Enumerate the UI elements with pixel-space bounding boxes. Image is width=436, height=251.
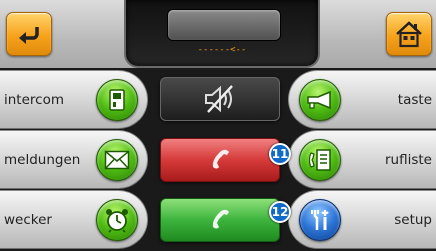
wecker-label: wecker [4, 211, 52, 228]
hangup-badge: 11 [269, 143, 291, 165]
meldungen-label: meldungen [4, 151, 81, 168]
rufliste-row[interactable]: rufliste [288, 130, 436, 189]
home-icon [394, 20, 424, 48]
intercom-button[interactable] [96, 79, 138, 121]
intercom-row[interactable]: intercom [0, 70, 148, 129]
display-status-text: ------<-- [197, 45, 247, 55]
phone-hangup-icon [205, 147, 235, 173]
phone-answer-icon [205, 207, 235, 233]
tools-icon [307, 207, 333, 233]
meldungen-button[interactable] [96, 139, 138, 181]
top-bar: ------<-- [0, 0, 436, 68]
answer-button[interactable] [160, 198, 280, 242]
home-button[interactable] [386, 12, 432, 56]
mute-button[interactable] [160, 77, 280, 121]
status-display: ------<-- [124, 0, 320, 68]
back-arrow-icon [16, 23, 42, 45]
envelope-icon [104, 150, 130, 170]
intercom-label: intercom [4, 91, 64, 108]
hangup-button[interactable] [160, 138, 280, 182]
call-list-icon [307, 147, 333, 173]
rufliste-label: rufliste [385, 151, 432, 168]
wecker-button[interactable] [96, 199, 138, 241]
taste-row[interactable]: taste [288, 70, 436, 129]
display-screen [168, 10, 280, 40]
meldungen-row[interactable]: meldungen [0, 130, 148, 189]
intercom-icon [106, 88, 128, 112]
alarm-clock-icon [104, 207, 130, 233]
setup-label: setup [394, 211, 432, 228]
setup-row[interactable]: setup [288, 190, 436, 249]
horn-icon [306, 90, 334, 110]
back-button[interactable] [6, 12, 52, 56]
taste-label: taste [397, 91, 432, 108]
taste-button[interactable] [299, 79, 341, 121]
rufliste-button[interactable] [299, 139, 341, 181]
setup-button[interactable] [299, 199, 341, 241]
answer-badge: 12 [269, 201, 291, 223]
speaker-mute-icon [200, 84, 240, 114]
wecker-row[interactable]: wecker [0, 190, 148, 249]
